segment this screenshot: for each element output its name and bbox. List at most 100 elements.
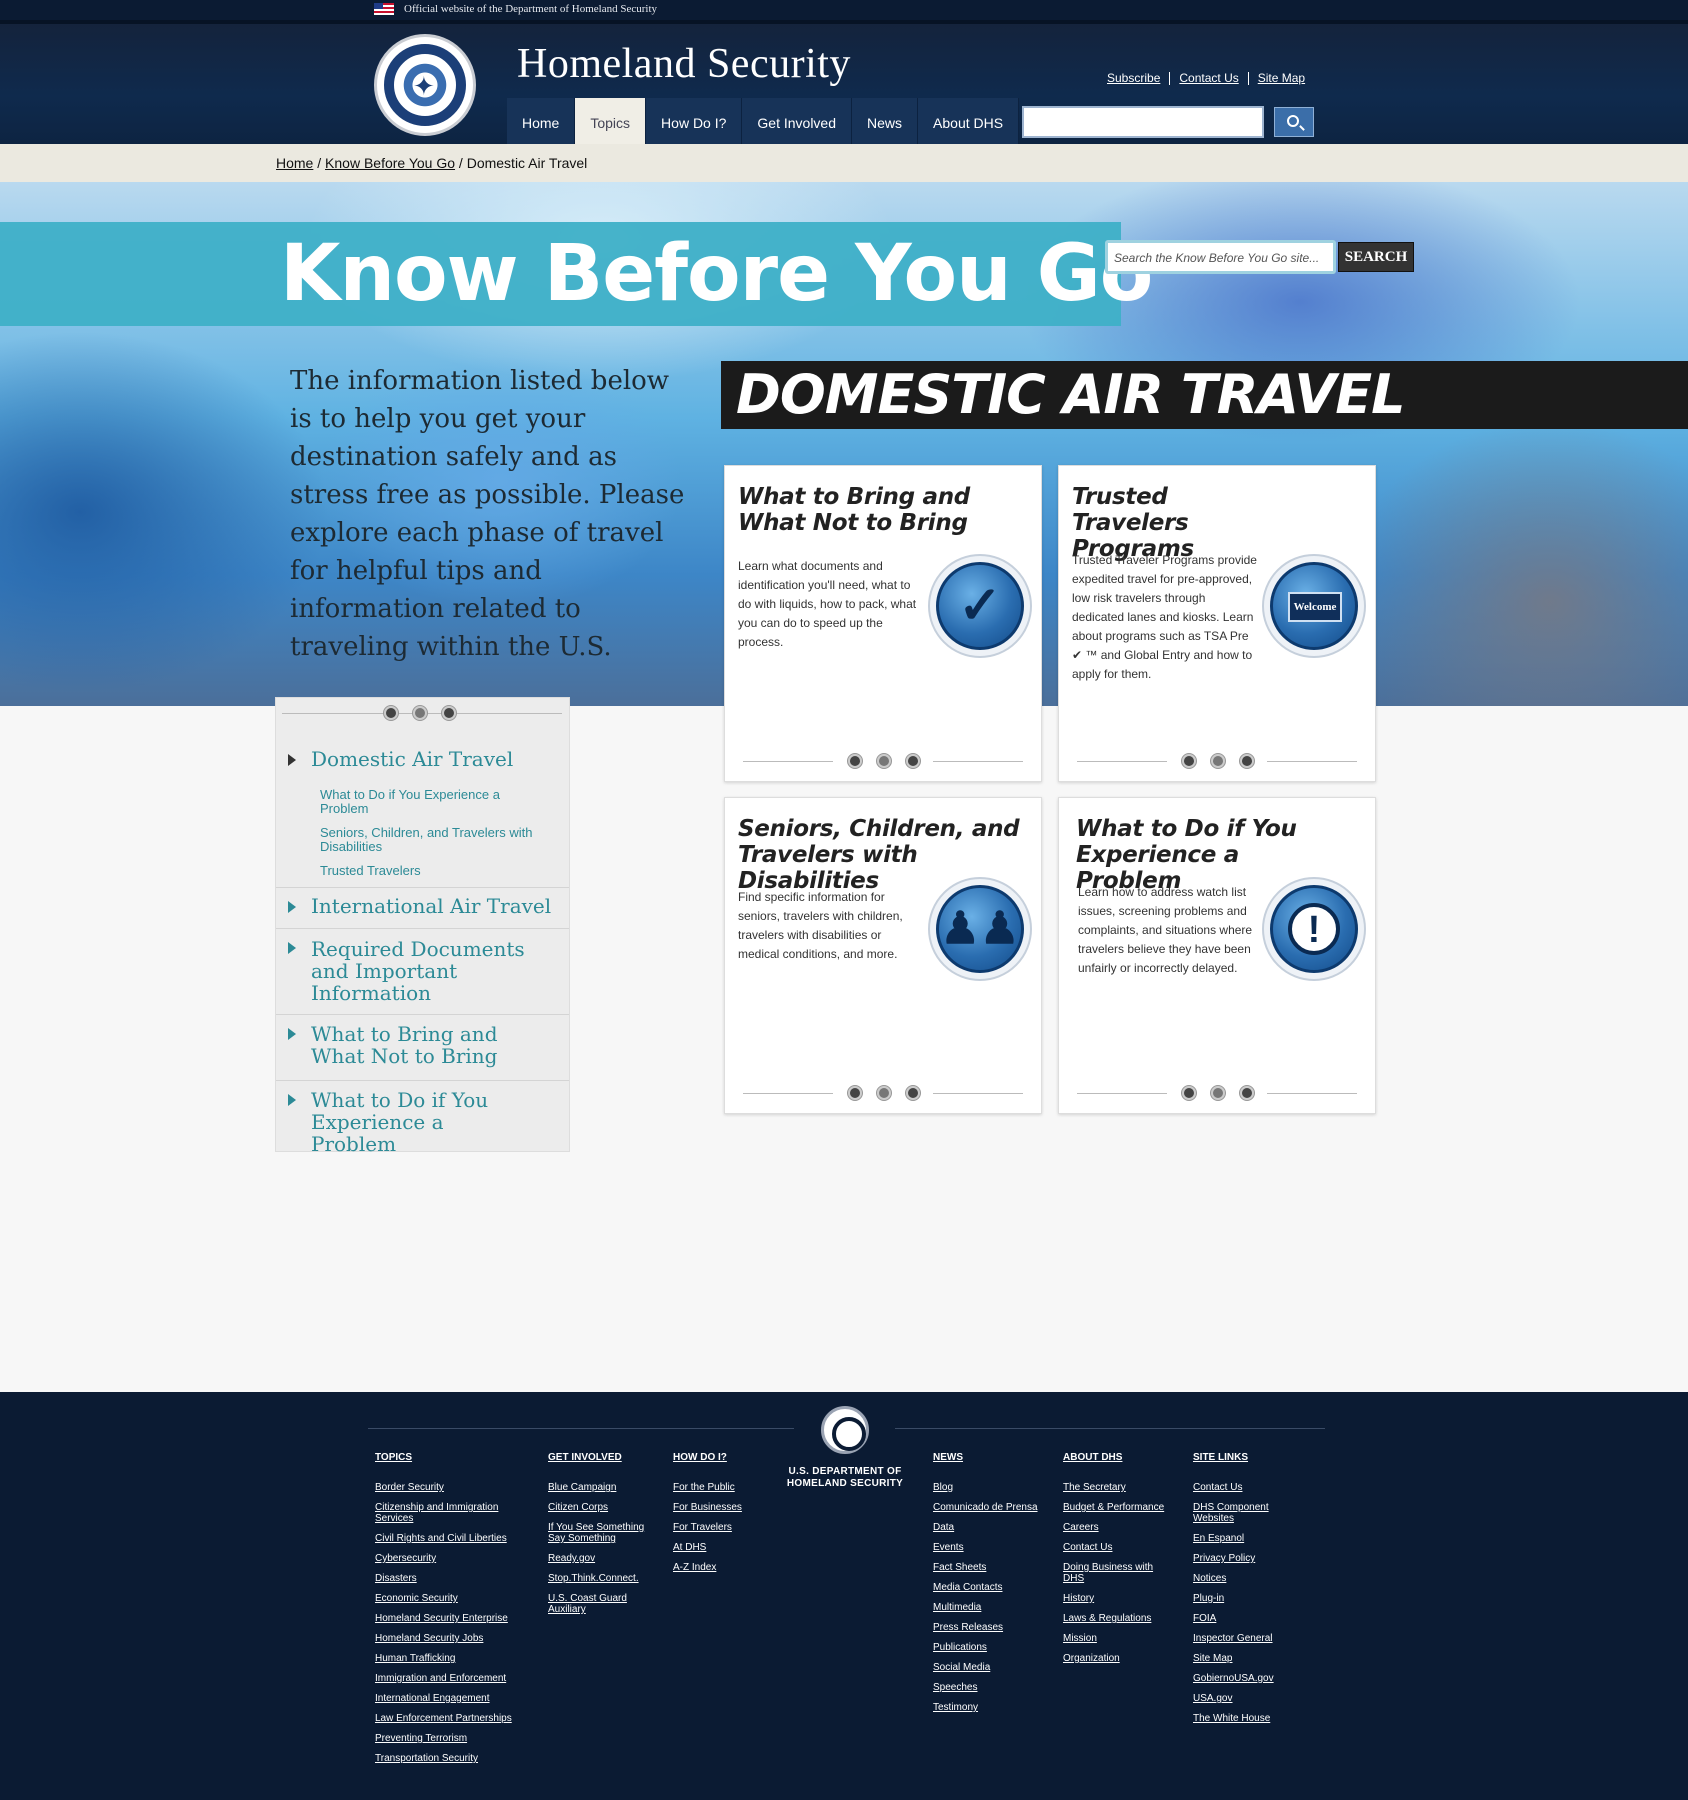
pager-dot[interactable] bbox=[1211, 754, 1225, 768]
footer-link[interactable]: Economic Security bbox=[375, 1593, 535, 1604]
footer-link[interactable]: Data bbox=[933, 1522, 1053, 1533]
site-search-input[interactable] bbox=[1022, 106, 1264, 138]
footer-heading[interactable]: NEWS bbox=[933, 1452, 1053, 1463]
footer-link[interactable]: Social Media bbox=[933, 1662, 1053, 1673]
footer-link[interactable]: Privacy Policy bbox=[1193, 1553, 1288, 1564]
nav-news[interactable]: News bbox=[852, 98, 919, 148]
footer-heading[interactable]: GET INVOLVED bbox=[548, 1452, 658, 1463]
footer-link[interactable]: Site Map bbox=[1193, 1653, 1288, 1664]
sidebar-item-required-documents[interactable]: Required Documents and Important Informa… bbox=[276, 929, 569, 1015]
footer-link[interactable]: FOIA bbox=[1193, 1613, 1288, 1624]
footer-link[interactable]: For Businesses bbox=[673, 1502, 773, 1513]
footer-link[interactable]: Law Enforcement Partnerships bbox=[375, 1713, 535, 1724]
footer-link[interactable]: Mission bbox=[1063, 1633, 1173, 1644]
footer-link[interactable]: Fact Sheets bbox=[933, 1562, 1053, 1573]
pager-dot[interactable] bbox=[1211, 1086, 1225, 1100]
nav-topics[interactable]: Topics bbox=[575, 98, 647, 148]
footer-link[interactable]: A-Z Index bbox=[673, 1562, 773, 1573]
site-title[interactable]: Homeland Security bbox=[517, 40, 851, 88]
footer-link[interactable]: En Espanol bbox=[1193, 1533, 1288, 1544]
footer-link[interactable]: Organization bbox=[1063, 1653, 1173, 1664]
footer-link[interactable]: Inspector General bbox=[1193, 1633, 1288, 1644]
footer-link[interactable]: Citizenship and Immigration Services bbox=[375, 1502, 535, 1524]
pager-dot[interactable] bbox=[384, 706, 398, 720]
footer-link[interactable]: Speeches bbox=[933, 1682, 1053, 1693]
footer-heading[interactable]: TOPICS bbox=[375, 1452, 535, 1463]
sidebar-subitem-trusted-travelers[interactable]: Trusted Travelers bbox=[320, 864, 535, 878]
footer-link[interactable]: Blue Campaign bbox=[548, 1482, 658, 1493]
footer-link[interactable]: Contact Us bbox=[1063, 1542, 1173, 1553]
nav-home[interactable]: Home bbox=[507, 98, 576, 148]
pager-dot[interactable] bbox=[1182, 1086, 1196, 1100]
footer-link[interactable]: Plug-in bbox=[1193, 1593, 1288, 1604]
footer-link[interactable]: Blog bbox=[933, 1482, 1053, 1493]
footer-link[interactable]: Transportation Security bbox=[375, 1753, 535, 1764]
footer-heading[interactable]: HOW DO I? bbox=[673, 1452, 773, 1463]
nav-how-do-i[interactable]: How Do I? bbox=[646, 98, 743, 148]
footer-link[interactable]: For the Public bbox=[673, 1482, 773, 1493]
footer-link[interactable]: Laws & Regulations bbox=[1063, 1613, 1173, 1624]
footer-link[interactable]: For Travelers bbox=[673, 1522, 773, 1533]
footer-link[interactable]: Border Security bbox=[375, 1482, 535, 1493]
footer-link[interactable]: U.S. Coast Guard Auxiliary bbox=[548, 1593, 658, 1615]
site-map-link[interactable]: Site Map bbox=[1247, 72, 1314, 85]
dhs-seal-logo[interactable] bbox=[821, 1406, 869, 1454]
footer-link[interactable]: Budget & Performance bbox=[1063, 1502, 1173, 1513]
pager-dot[interactable] bbox=[442, 706, 456, 720]
sidebar-item-international-air-travel[interactable]: International Air Travel bbox=[276, 888, 569, 929]
contact-us-link[interactable]: Contact Us bbox=[1169, 72, 1247, 85]
footer-link[interactable]: Multimedia bbox=[933, 1602, 1053, 1613]
footer-heading[interactable]: ABOUT DHS bbox=[1063, 1452, 1173, 1463]
footer-link[interactable]: Human Trafficking bbox=[375, 1653, 535, 1664]
card-what-to-bring[interactable]: What to Bring and What Not to Bring Lear… bbox=[724, 465, 1042, 782]
pager-dot[interactable] bbox=[1182, 754, 1196, 768]
footer-link[interactable]: Citizen Corps bbox=[548, 1502, 658, 1513]
footer-link[interactable]: Homeland Security Jobs bbox=[375, 1633, 535, 1644]
sidebar-item-what-to-bring[interactable]: What to Bring and What Not to Bring bbox=[276, 1015, 569, 1081]
nav-get-involved[interactable]: Get Involved bbox=[742, 98, 853, 148]
footer-link[interactable]: Civil Rights and Civil Liberties bbox=[375, 1533, 535, 1544]
sidebar-subitem-seniors[interactable]: Seniors, Children, and Travelers with Di… bbox=[320, 826, 535, 854]
footer-link[interactable]: Events bbox=[933, 1542, 1053, 1553]
pager-dot[interactable] bbox=[848, 754, 862, 768]
pager-dot[interactable] bbox=[1240, 1086, 1254, 1100]
card-problem[interactable]: What to Do if You Experience a Problem L… bbox=[1058, 797, 1376, 1114]
footer-link[interactable]: At DHS bbox=[673, 1542, 773, 1553]
pager-dot[interactable] bbox=[877, 754, 891, 768]
breadcrumb-home[interactable]: Home bbox=[276, 155, 313, 171]
footer-link[interactable]: Careers bbox=[1063, 1522, 1173, 1533]
footer-link[interactable]: Press Releases bbox=[933, 1622, 1053, 1633]
footer-link[interactable]: Publications bbox=[933, 1642, 1053, 1653]
footer-link[interactable]: Media Contacts bbox=[933, 1582, 1053, 1593]
footer-link[interactable]: Doing Business with DHS bbox=[1063, 1562, 1173, 1584]
pager-dot[interactable] bbox=[906, 1086, 920, 1100]
footer-link[interactable]: Stop.Think.Connect. bbox=[548, 1573, 658, 1584]
sidebar-item-problem[interactable]: What to Do if You Experience a Problem bbox=[276, 1081, 569, 1155]
site-search-button[interactable] bbox=[1274, 107, 1314, 137]
dhs-seal-logo[interactable]: ✦ bbox=[374, 34, 476, 136]
footer-link[interactable]: GobiernoUSA.gov bbox=[1193, 1673, 1288, 1684]
pager-dot[interactable] bbox=[1240, 754, 1254, 768]
footer-link[interactable]: Homeland Security Enterprise bbox=[375, 1613, 535, 1624]
pager-dot[interactable] bbox=[413, 706, 427, 720]
footer-link[interactable]: USA.gov bbox=[1193, 1693, 1288, 1704]
kbyg-search-button[interactable]: SEARCH bbox=[1338, 242, 1414, 272]
card-seniors-children[interactable]: Seniors, Children, and Travelers with Di… bbox=[724, 797, 1042, 1114]
nav-about-dhs[interactable]: About DHS bbox=[918, 98, 1020, 148]
subscribe-link[interactable]: Subscribe bbox=[1107, 72, 1169, 85]
card-trusted-travelers[interactable]: Trusted Travelers Programs Trusted Trave… bbox=[1058, 465, 1376, 782]
footer-link[interactable]: Preventing Terrorism bbox=[375, 1733, 535, 1744]
footer-link[interactable]: The White House bbox=[1193, 1713, 1288, 1724]
footer-link[interactable]: DHS Component Websites bbox=[1193, 1502, 1288, 1524]
footer-link[interactable]: Immigration and Enforcement bbox=[375, 1673, 535, 1684]
kbyg-search-input[interactable]: Search the Know Before You Go site... bbox=[1105, 240, 1336, 274]
sidebar-subitem-problem[interactable]: What to Do if You Experience a Problem bbox=[320, 788, 535, 816]
pager-dot[interactable] bbox=[877, 1086, 891, 1100]
footer-link[interactable]: International Engagement bbox=[375, 1693, 535, 1704]
footer-link[interactable]: Contact Us bbox=[1193, 1482, 1288, 1493]
footer-link[interactable]: Notices bbox=[1193, 1573, 1288, 1584]
sidebar-item-domestic-air-travel[interactable]: Domestic Air Travel What to Do if You Ex… bbox=[276, 742, 569, 888]
footer-link[interactable]: History bbox=[1063, 1593, 1173, 1604]
footer-link[interactable]: Ready.gov bbox=[548, 1553, 658, 1564]
breadcrumb-know-before-you-go[interactable]: Know Before You Go bbox=[325, 155, 455, 171]
